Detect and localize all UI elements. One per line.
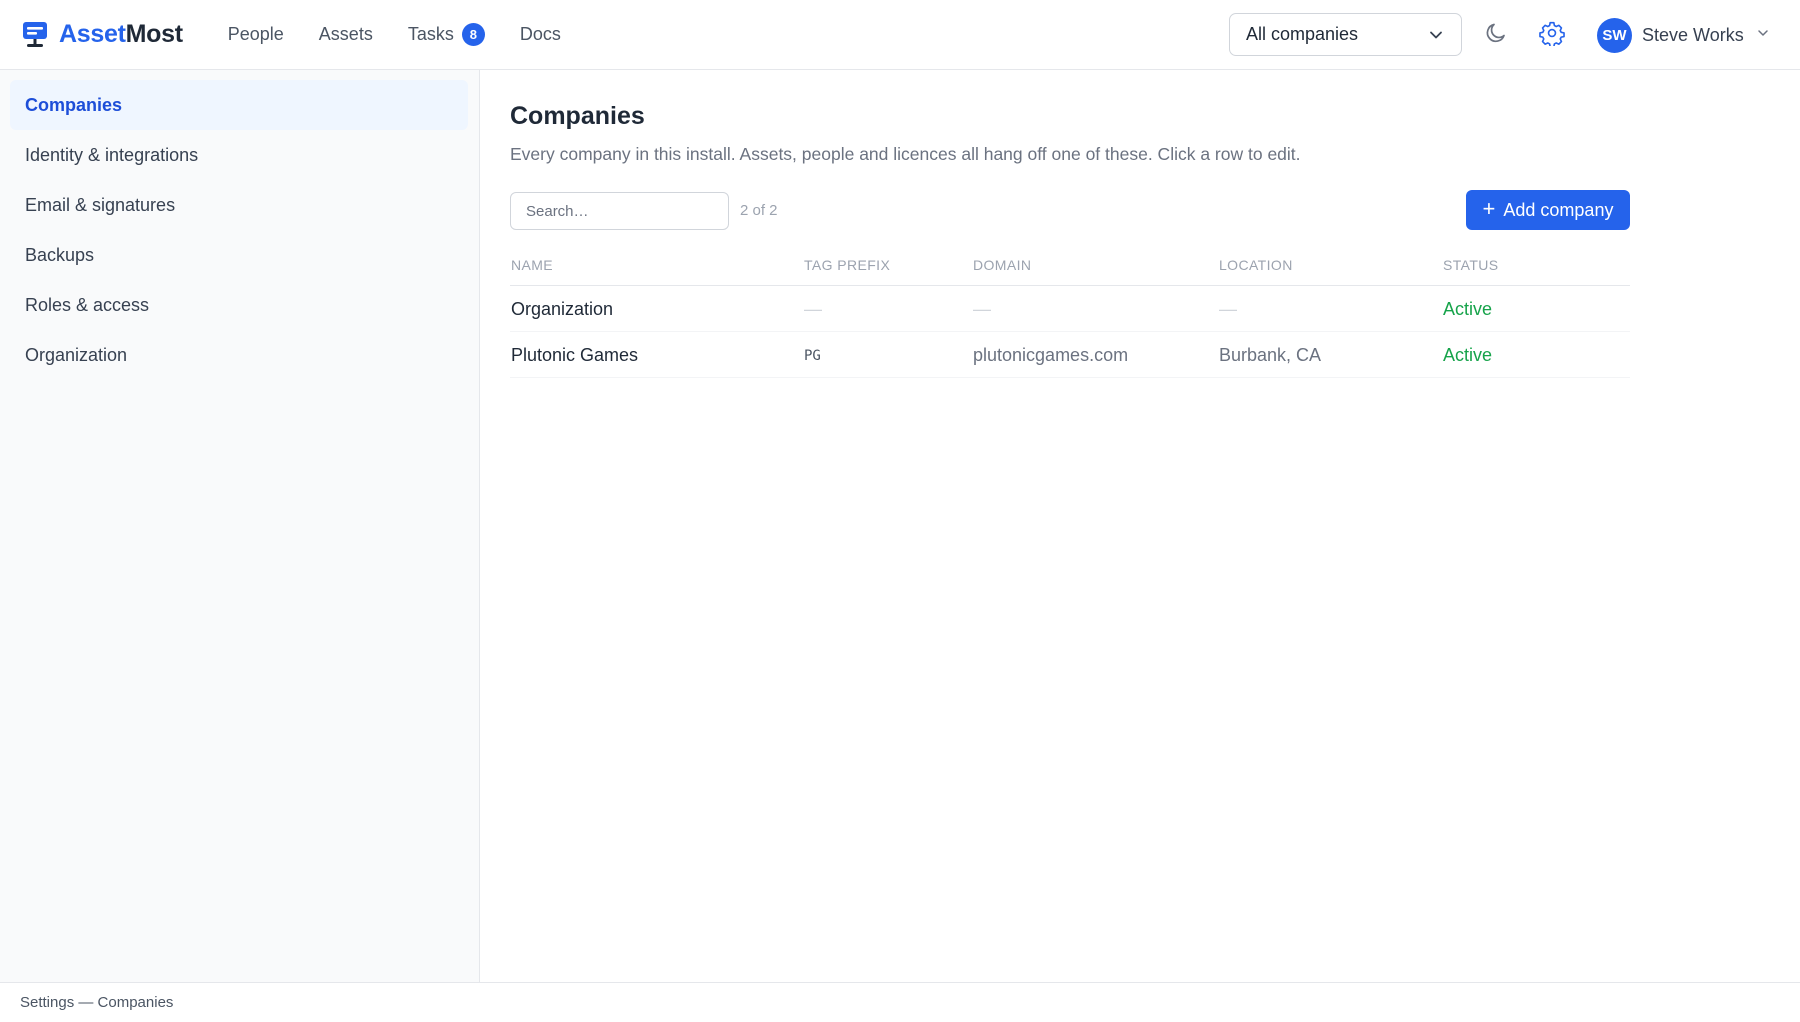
user-name: Steve Works bbox=[1642, 24, 1744, 45]
avatar: SW bbox=[1597, 17, 1632, 53]
plus-icon: + bbox=[1482, 196, 1496, 221]
chevron-down-icon bbox=[1756, 26, 1770, 45]
company-domain: — bbox=[973, 299, 991, 319]
top-bar: AssetMost People Assets Tasks 8 Docs All… bbox=[0, 0, 1800, 70]
tasks-count-badge: 8 bbox=[461, 23, 485, 46]
sidebar-item-companies[interactable]: Companies bbox=[10, 80, 468, 130]
nav-people[interactable]: People bbox=[228, 24, 284, 45]
company-filter-select[interactable]: All companies bbox=[1229, 13, 1462, 56]
company-domain: plutonicgames.com bbox=[973, 345, 1129, 365]
main-content: Companies Every company in this install.… bbox=[480, 70, 1800, 982]
moon-icon bbox=[1484, 21, 1508, 50]
main-nav: People Assets Tasks 8 Docs bbox=[228, 0, 596, 70]
nav-docs[interactable]: Docs bbox=[520, 24, 561, 45]
company-name: Organization bbox=[511, 299, 614, 319]
sidebar-item-identity[interactable]: Identity & integrations bbox=[10, 130, 468, 180]
add-company-button[interactable]: + Add company bbox=[1466, 190, 1630, 230]
page-subtitle: Every company in this install. Assets, p… bbox=[510, 144, 1301, 164]
sidebar-item-organization[interactable]: Organization bbox=[10, 330, 468, 380]
gear-icon bbox=[1539, 20, 1565, 51]
brand-name: AssetMost bbox=[59, 20, 183, 48]
company-location: Burbank, CA bbox=[1219, 345, 1322, 365]
column-header-location[interactable]: LOCATION bbox=[1219, 257, 1293, 273]
column-header-status[interactable]: STATUS bbox=[1443, 257, 1499, 273]
result-count: 2 of 2 bbox=[740, 202, 778, 219]
monitor-icon bbox=[22, 21, 48, 49]
page-title: Companies bbox=[510, 102, 645, 130]
table-header: NAME TAG PREFIX DOMAIN LOCATION STATUS bbox=[510, 252, 1630, 286]
status-badge: Active bbox=[1443, 299, 1493, 319]
sidebar-item-roles[interactable]: Roles & access bbox=[10, 280, 468, 330]
search-input[interactable] bbox=[510, 192, 729, 230]
user-menu[interactable]: SW Steve Works bbox=[1597, 17, 1770, 53]
company-name: Plutonic Games bbox=[511, 345, 639, 365]
table-row[interactable]: Organization — — — Active bbox=[510, 286, 1630, 332]
company-location: — bbox=[1219, 299, 1237, 319]
company-filter-value: All companies bbox=[1246, 24, 1359, 44]
brand-logo[interactable]: AssetMost bbox=[22, 0, 183, 70]
column-header-domain[interactable]: DOMAIN bbox=[973, 257, 1031, 273]
table-row[interactable]: Plutonic Games PG plutonicgames.com Burb… bbox=[510, 332, 1630, 378]
nav-tasks-label: Tasks bbox=[407, 24, 454, 44]
tag-prefix: — bbox=[804, 299, 822, 319]
sidebar-item-email[interactable]: Email & signatures bbox=[10, 180, 468, 230]
settings-sidebar: Companies Identity & integrations Email … bbox=[0, 70, 480, 982]
column-header-name[interactable]: NAME bbox=[511, 257, 553, 273]
nav-tasks[interactable]: Tasks 8 bbox=[408, 23, 485, 46]
status-bar: Settings — Companies bbox=[0, 982, 1800, 1022]
settings-button[interactable] bbox=[1537, 20, 1567, 50]
nav-assets[interactable]: Assets bbox=[319, 24, 373, 45]
tag-prefix: PG bbox=[804, 348, 821, 364]
status-badge: Active bbox=[1443, 345, 1493, 365]
column-header-tag-prefix[interactable]: TAG PREFIX bbox=[804, 257, 890, 273]
add-company-label: Add company bbox=[1503, 199, 1614, 220]
companies-table: NAME TAG PREFIX DOMAIN LOCATION STATUS O… bbox=[510, 252, 1630, 378]
breadcrumb: Settings — Companies bbox=[20, 994, 174, 1011]
chevron-down-icon bbox=[1427, 26, 1445, 49]
dark-mode-toggle[interactable] bbox=[1481, 20, 1511, 50]
sidebar-item-backups[interactable]: Backups bbox=[10, 230, 468, 280]
